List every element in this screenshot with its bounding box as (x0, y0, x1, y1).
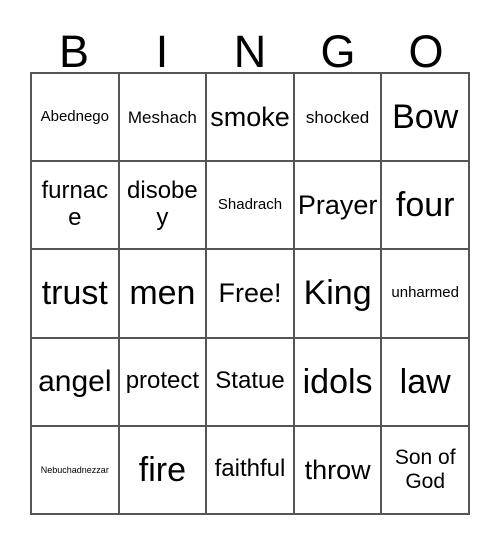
bingo-cell-o4[interactable]: law (382, 338, 470, 427)
bingo-cell-o2[interactable]: four (382, 162, 470, 251)
bingo-cell-label: disobey (127, 177, 198, 232)
bingo-header-row: B I N G O (30, 14, 470, 77)
bingo-cell-n1[interactable]: smoke (207, 74, 295, 163)
bingo-cell-label: Son of God (394, 446, 456, 493)
bingo-cell-n4[interactable]: Statue (207, 338, 295, 427)
bingo-cell-label: shocked (305, 107, 370, 127)
bingo-cell-label: angel (38, 364, 112, 398)
bingo-cell-g5[interactable]: throw (294, 426, 383, 515)
bingo-cell-label: trust (41, 274, 108, 313)
bingo-cell-i3[interactable]: men (119, 250, 208, 339)
bingo-cell-label: faithful (214, 455, 286, 483)
bingo-header-letter-b: B (58, 25, 89, 77)
bingo-cell-i5[interactable]: fire (119, 426, 208, 515)
bingo-header-letter-i: I (155, 25, 169, 77)
bingo-card: B I N G O Abednego Meshach smoke shocked (0, 0, 500, 544)
bingo-grid: Abednego Meshach smoke shocked Bow furna… (30, 72, 470, 515)
bingo-cell-label: throw (304, 454, 371, 485)
bingo-cell-n5[interactable]: faithful (207, 426, 295, 515)
bingo-header-letter-n: N (233, 25, 267, 77)
bingo-cell-o3[interactable]: unharmed (382, 250, 470, 339)
bingo-cell-b5[interactable]: Nebuchadnezzar (32, 426, 120, 515)
bingo-cell-n2[interactable]: Shadrach (207, 162, 295, 251)
bingo-cell-free-space[interactable]: Free! (207, 250, 295, 339)
bingo-cell-label: Bow (392, 98, 459, 137)
bingo-cell-i2[interactable]: disobey (119, 162, 208, 251)
bingo-cell-label: Shadrach (217, 195, 283, 213)
bingo-cell-label: Prayer (297, 190, 378, 221)
bingo-cell-o1[interactable]: Bow (382, 74, 470, 163)
bingo-cell-label: smoke (210, 101, 290, 132)
bingo-cell-label: unharmed (391, 284, 459, 302)
bingo-cell-label: Nebuchadnezzar (40, 464, 109, 475)
bingo-cell-label: King (303, 274, 372, 313)
bingo-cell-label: protect (125, 367, 200, 395)
bingo-cell-label: Statue (215, 367, 285, 395)
bingo-free-space-label: Free! (218, 278, 282, 309)
bingo-header-cell-o: O (382, 14, 470, 77)
bingo-header-cell-i: I (118, 14, 206, 77)
bingo-cell-i4[interactable]: protect (119, 338, 208, 427)
bingo-cell-b1[interactable]: Abednego (32, 74, 120, 163)
bingo-cell-label: furnace (41, 177, 109, 232)
bingo-cell-g3[interactable]: King (294, 250, 383, 339)
bingo-cell-g4[interactable]: idols (294, 338, 383, 427)
bingo-header-cell-b: B (30, 14, 118, 77)
bingo-header-cell-g: G (294, 14, 382, 77)
bingo-header-letter-g: G (320, 25, 356, 77)
bingo-cell-label: law (399, 362, 451, 401)
bingo-header-letter-o: O (408, 25, 444, 77)
bingo-header-cell-n: N (206, 14, 294, 77)
bingo-cell-b2[interactable]: furnace (32, 162, 120, 251)
bingo-cell-g2[interactable]: Prayer (294, 162, 383, 251)
bingo-cell-b3[interactable]: trust (32, 250, 120, 339)
bingo-cell-label: Abednego (40, 107, 109, 125)
bingo-cell-label: four (395, 186, 455, 225)
bingo-cell-g1[interactable]: shocked (294, 74, 383, 163)
bingo-cell-i1[interactable]: Meshach (119, 74, 208, 163)
bingo-cell-label: fire (138, 450, 186, 489)
bingo-cell-label: Meshach (127, 107, 197, 127)
bingo-cell-o5[interactable]: Son of God (382, 426, 470, 515)
bingo-cell-b4[interactable]: angel (32, 338, 120, 427)
bingo-cell-label: men (129, 274, 196, 313)
bingo-cell-label: idols (302, 362, 373, 401)
